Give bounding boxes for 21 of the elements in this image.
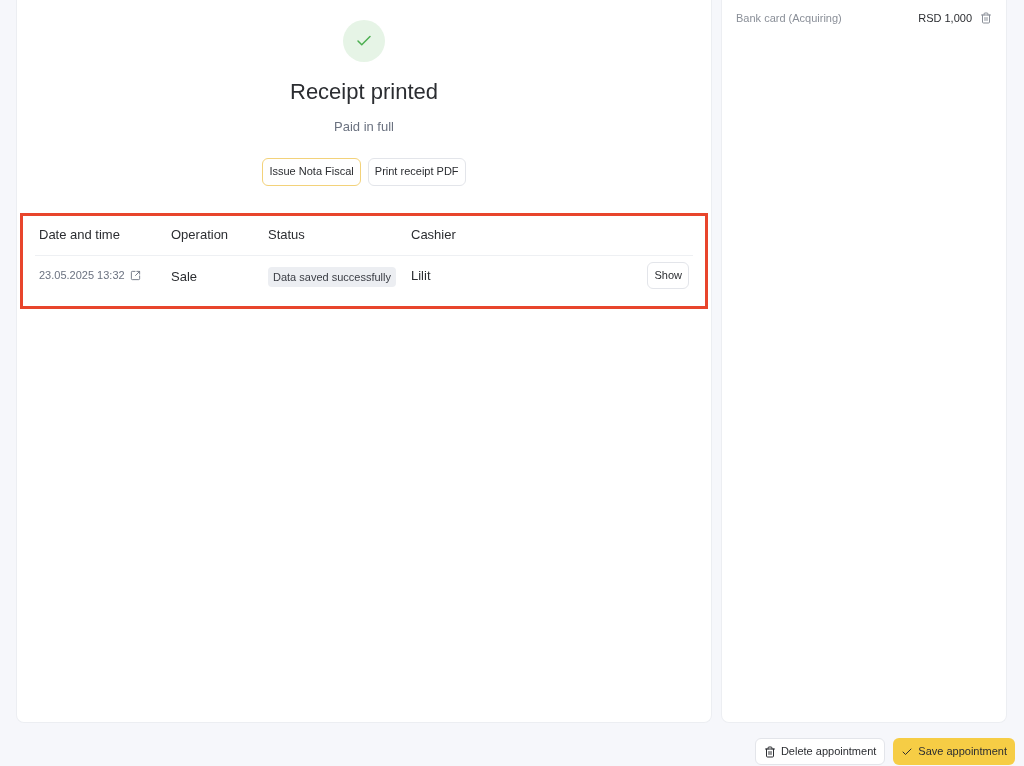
table-cell: Sale [171, 268, 198, 284]
status-tag: Data saved successfully [268, 266, 396, 287]
external-link-icon[interactable] [129, 270, 141, 281]
trash-icon[interactable] [980, 12, 992, 25]
column-header: Date and time [39, 226, 121, 245]
column-header: Status [268, 226, 306, 245]
action-button[interactable]: Issue Nota Fiscal [262, 157, 361, 186]
column-header: Cashier [411, 226, 457, 245]
save-button[interactable]: Save appointment [893, 738, 1015, 765]
success-icon [343, 20, 385, 62]
trash-icon [763, 745, 776, 758]
show-button[interactable]: Show [647, 262, 689, 289]
payment-status: Paid in full [334, 118, 394, 136]
column-header: Operation [171, 226, 230, 245]
table-cell-text: Lilit [411, 266, 431, 285]
table-cell-text: 23.05.2025 13:32 [39, 268, 125, 284]
payment-method: Bank card (Acquiring) [736, 11, 842, 26]
receipt-title: Receipt printed [290, 78, 438, 106]
payment-amount: RSD 1,000 [918, 11, 972, 26]
delete-button[interactable]: Delete appointment [754, 738, 886, 765]
action-button[interactable]: Print receipt PDF [367, 157, 466, 186]
